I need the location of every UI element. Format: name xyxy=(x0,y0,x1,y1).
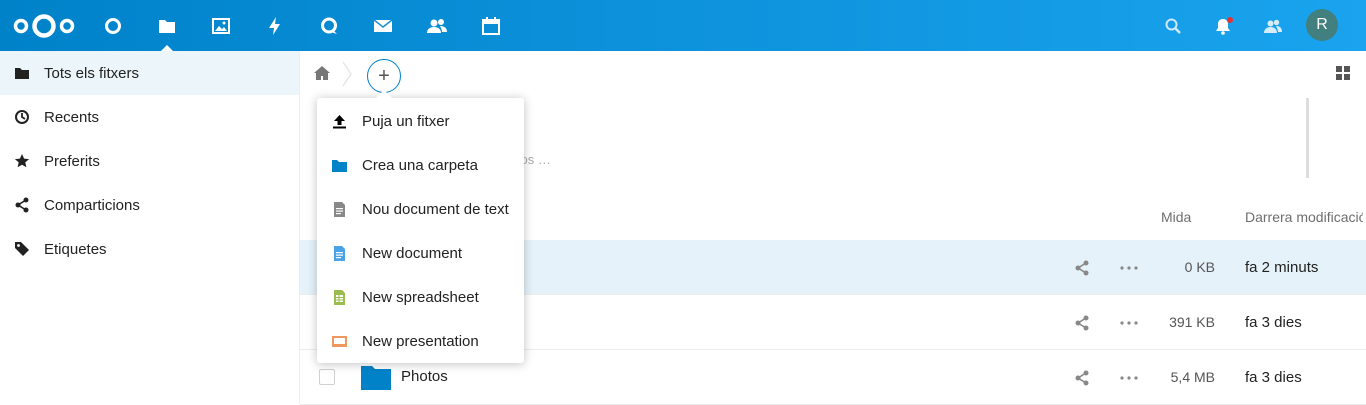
file-name[interactable]: Photos xyxy=(401,368,448,385)
column-header-size[interactable]: Mida xyxy=(1161,209,1191,225)
sidebar-item-favorites[interactable]: Preferits xyxy=(0,139,299,183)
share-icon[interactable] xyxy=(1074,315,1090,331)
folder-icon xyxy=(15,68,29,79)
presentation-icon xyxy=(332,336,347,347)
calendar-app-icon[interactable] xyxy=(464,0,518,51)
contacts-menu-icon[interactable] xyxy=(1249,0,1297,51)
menu-item-new-document[interactable]: New document xyxy=(317,231,524,275)
top-header: R xyxy=(0,0,1366,51)
contacts-app-icon[interactable] xyxy=(410,0,464,51)
new-file-menu: Puja un fitxer Crea una carpeta Nou docu… xyxy=(317,90,524,363)
breadcrumb: + xyxy=(300,51,1366,95)
grid-view-icon[interactable] xyxy=(1336,66,1350,80)
menu-item-new-spreadsheet[interactable]: New spreadsheet xyxy=(317,275,524,319)
file-size: 0 KB xyxy=(1184,259,1215,275)
sidebar-item-label: Comparticions xyxy=(44,196,140,214)
menu-item-label: New presentation xyxy=(362,332,479,350)
menu-item-label: Puja un fitxer xyxy=(362,112,450,130)
column-header-modified[interactable]: Darrera modificació xyxy=(1245,209,1363,225)
document-icon xyxy=(334,246,345,261)
menu-item-label: Nou document de text xyxy=(362,200,509,218)
menu-item-new-text-document[interactable]: Nou document de text xyxy=(317,187,524,231)
clock-icon xyxy=(15,110,29,124)
row-checkbox[interactable] xyxy=(319,369,335,385)
sidebar-item-label: Recents xyxy=(44,108,100,126)
notification-badge xyxy=(1227,17,1233,23)
breadcrumb-separator xyxy=(342,61,352,87)
menu-item-new-presentation[interactable]: New presentation xyxy=(317,319,524,363)
share-icon[interactable] xyxy=(1074,370,1090,386)
search-icon[interactable] xyxy=(1149,0,1197,51)
text-file-icon xyxy=(334,202,345,217)
scrollbar[interactable] xyxy=(1306,98,1309,178)
upload-icon xyxy=(333,115,346,129)
home-icon[interactable] xyxy=(314,65,330,81)
activity-app-icon[interactable] xyxy=(248,0,302,51)
file-size: 391 KB xyxy=(1169,314,1215,330)
dashboard-app-icon[interactable] xyxy=(86,0,140,51)
mail-app-icon[interactable] xyxy=(356,0,410,51)
menu-item-label: Crea una carpeta xyxy=(362,156,478,174)
menu-item-label: New spreadsheet xyxy=(362,288,479,306)
folder-icon xyxy=(332,160,347,172)
menu-item-upload-file[interactable]: Puja un fitxer xyxy=(317,99,524,143)
share-icon xyxy=(15,197,29,213)
sidebar-item-all-files[interactable]: Tots els fitxers xyxy=(0,51,299,95)
tag-icon xyxy=(15,242,29,256)
user-avatar[interactable]: R xyxy=(1306,9,1338,41)
notifications-icon[interactable] xyxy=(1199,0,1247,51)
sidebar-item-label: Etiquetes xyxy=(44,240,107,258)
spreadsheet-icon xyxy=(334,290,345,305)
sidebar-item-tags[interactable]: Etiquetes xyxy=(0,227,299,271)
sidebar-item-recent[interactable]: Recents xyxy=(0,95,299,139)
new-file-button[interactable]: + xyxy=(367,59,401,93)
file-modified: fa 3 dies xyxy=(1245,369,1302,386)
star-icon xyxy=(14,154,30,168)
nextcloud-logo[interactable] xyxy=(12,13,76,39)
files-app-icon[interactable] xyxy=(140,0,194,51)
app-navigation: Tots els fitxers Recents Preferits Compa… xyxy=(0,51,300,404)
menu-item-create-folder[interactable]: Crea una carpeta xyxy=(317,143,524,187)
share-icon[interactable] xyxy=(1074,260,1090,276)
talk-app-icon[interactable] xyxy=(302,0,356,51)
sidebar-item-shares[interactable]: Comparticions xyxy=(0,183,299,227)
menu-item-label: New document xyxy=(362,244,463,262)
file-modified: fa 2 minuts xyxy=(1245,259,1319,276)
file-modified: fa 3 dies xyxy=(1245,314,1302,331)
file-size: 5,4 MB xyxy=(1170,369,1215,385)
sidebar-item-label: Tots els fitxers xyxy=(44,64,140,82)
sidebar-item-label: Preferits xyxy=(44,152,100,170)
folder-icon xyxy=(361,366,391,390)
photos-app-icon[interactable] xyxy=(194,0,248,51)
